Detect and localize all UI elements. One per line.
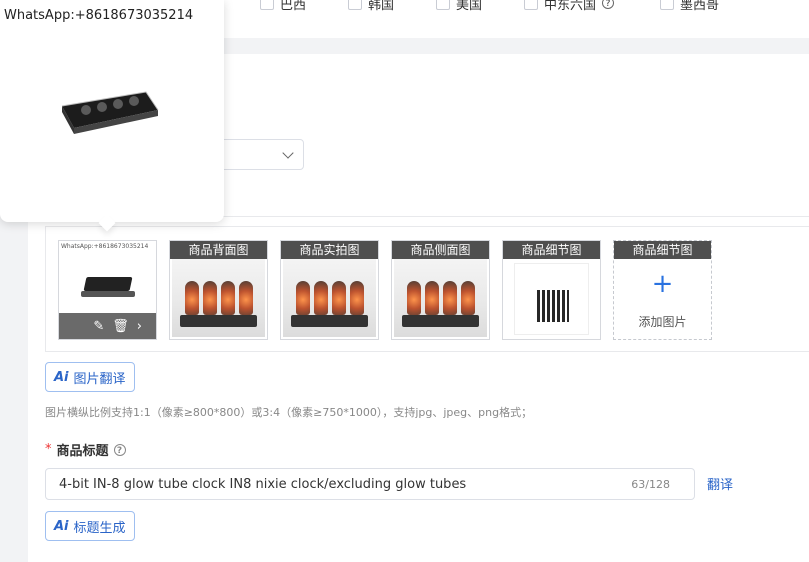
translate-link[interactable]: 翻译 — [707, 474, 733, 493]
button-label: 图片翻译 — [73, 371, 126, 387]
image-slot-detail[interactable]: 商品细节图 — [502, 240, 601, 340]
title-generate-button[interactable]: Ai 标题生成 — [45, 511, 135, 541]
add-image-slot[interactable]: 商品细节图 + 添加图片 — [613, 240, 712, 340]
char-counter: 63/128 — [631, 478, 670, 491]
product-photo — [514, 263, 589, 335]
ai-icon: Ai — [54, 518, 69, 534]
edit-icon[interactable]: ✎ — [93, 319, 104, 334]
plus-icon: + — [651, 269, 674, 299]
product-photo — [172, 259, 265, 337]
checkbox-icon[interactable] — [436, 0, 450, 10]
region-label: 韩国 — [368, 0, 395, 13]
region-label: 美国 — [456, 0, 483, 13]
region-label: 巴西 — [280, 0, 307, 13]
cover-image-thumb[interactable]: WhatsApp:+8618673035214 ✎ 🗑 › — [58, 240, 157, 340]
region-checkbox-usa[interactable]: 美国 — [436, 0, 482, 14]
checkbox-icon[interactable] — [660, 0, 674, 10]
slot-label: 商品细节图 — [614, 241, 711, 259]
checkbox-icon[interactable] — [348, 0, 362, 10]
image-slot-real-shot[interactable]: 商品实拍图 — [280, 240, 379, 340]
button-label: 标题生成 — [73, 520, 126, 536]
ai-icon: Ai — [54, 369, 69, 385]
checkbox-icon[interactable] — [524, 0, 538, 10]
product-photo-base — [81, 291, 135, 297]
region-checkbox-korea[interactable]: 韩国 — [348, 0, 394, 14]
image-translate-button[interactable]: Ai 图片翻译 — [45, 362, 135, 392]
slot-label: 商品背面图 — [170, 241, 267, 259]
product-photo — [83, 277, 133, 291]
image-slot-side[interactable]: 商品侧面图 — [391, 240, 490, 340]
checkbox-icon[interactable] — [260, 0, 274, 10]
region-checkbox-middle-east[interactable]: 中东六国 ? — [524, 0, 615, 14]
required-mark: * — [45, 442, 52, 457]
qr-code-icon — [537, 290, 569, 322]
chevron-down-icon — [282, 147, 294, 159]
trash-icon[interactable]: 🗑 — [112, 319, 129, 334]
product-preview-image — [61, 91, 159, 134]
product-photo — [283, 259, 376, 337]
preview-watermark: WhatsApp:+8618673035214 — [4, 8, 194, 23]
label-text: 商品标题 — [56, 444, 109, 459]
region-label: 中东六国 — [544, 0, 597, 13]
slot-label: 商品实拍图 — [281, 241, 378, 259]
title-value[interactable]: 4-bit IN-8 glow tube clock IN8 nixie clo… — [59, 477, 466, 492]
chevron-right-icon[interactable]: › — [137, 319, 142, 334]
title-field-label: * 商品标题 ? — [45, 440, 126, 459]
image-slot-back[interactable]: 商品背面图 — [169, 240, 268, 340]
help-icon[interactable]: ? — [602, 0, 615, 9]
slot-label: 商品细节图 — [503, 241, 600, 259]
add-image-label: 添加图片 — [638, 315, 687, 329]
cover-watermark: WhatsApp:+8618673035214 — [61, 243, 149, 250]
region-label: 墨西哥 — [680, 0, 720, 13]
help-icon[interactable]: ? — [113, 443, 126, 456]
region-checkbox-brazil[interactable]: 巴西 — [260, 0, 306, 14]
slot-label: 商品侧面图 — [392, 241, 489, 259]
image-hint: 图片横纵比例支持1:1（像素≥800*800）或3:4（像素≥750*1000）… — [45, 406, 533, 419]
cover-action-bar: ✎ 🗑 › — [59, 313, 156, 339]
region-checkbox-mexico[interactable]: 墨西哥 — [660, 0, 719, 14]
product-photo — [394, 259, 487, 337]
title-input[interactable]: 4-bit IN-8 glow tube clock IN8 nixie clo… — [45, 468, 695, 500]
image-preview-popover: WhatsApp:+8618673035214 — [0, 0, 224, 222]
